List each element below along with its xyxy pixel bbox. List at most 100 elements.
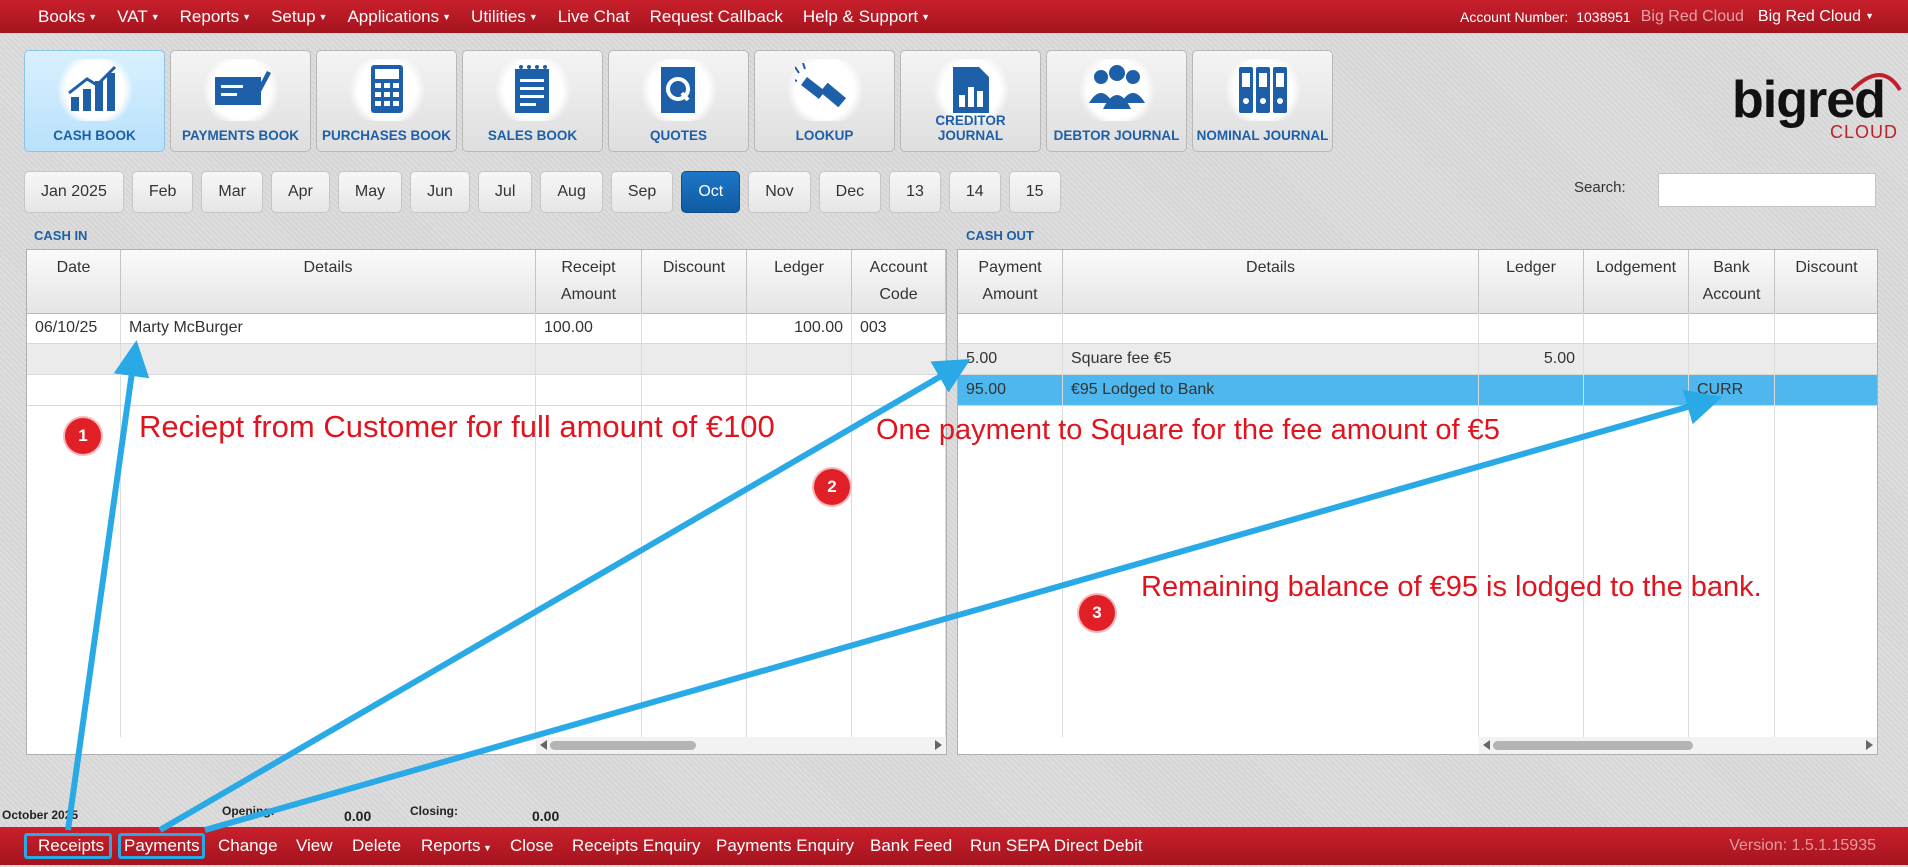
action-run-sepa-direct-debit[interactable]: Run SEPA Direct Debit	[970, 827, 1143, 865]
top-menu-setup[interactable]: Setup ▼	[271, 7, 327, 27]
table-row[interactable]	[27, 344, 946, 375]
column-header[interactable]: Lodgement	[1584, 250, 1689, 313]
cash-out-grid[interactable]: Payment Amount Details Ledger Lodgement Bank…	[957, 249, 1878, 755]
horizontal-scrollbar[interactable]	[1479, 737, 1877, 754]
scrollbar-thumb[interactable]	[1493, 741, 1693, 750]
table-cell	[1689, 344, 1775, 374]
table-cell	[747, 344, 852, 374]
period-button-jul[interactable]: Jul	[477, 171, 533, 213]
action-delete[interactable]: Delete	[352, 827, 401, 865]
table-cell	[1479, 313, 1584, 343]
period-button-13[interactable]: 13	[889, 171, 941, 213]
table-cell	[1584, 313, 1689, 343]
chevron-down-icon: ▼	[921, 12, 931, 23]
action-label: Delete	[352, 836, 402, 855]
closing-value: 0.00	[532, 808, 560, 824]
period-button-14[interactable]: 14	[948, 171, 1001, 213]
menu-label: Applications	[347, 6, 440, 26]
book-tile-creditor-journal[interactable]: CREDITOR JOURNAL	[900, 50, 1041, 152]
table-cell: CURR	[1689, 375, 1775, 405]
top-menu-reports[interactable]: Reports ▼	[180, 7, 251, 27]
table-cell	[852, 375, 946, 405]
tile-label: PAYMENTS BOOK	[181, 128, 300, 143]
book-tile-quotes[interactable]: QUOTES	[608, 50, 749, 152]
table-cell	[27, 375, 121, 405]
table-cell	[958, 313, 1063, 343]
period-button-mar[interactable]: Mar	[201, 171, 263, 213]
horizontal-scrollbar[interactable]	[536, 737, 946, 754]
top-menu-utilities[interactable]: Utilities ▼	[471, 7, 538, 27]
scroll-left-arrow-icon[interactable]	[1483, 740, 1490, 750]
action-payments-enquiry[interactable]: Payments Enquiry	[716, 827, 854, 865]
action-bank-feed[interactable]: Bank Feed	[870, 827, 952, 865]
column-header[interactable]: Account Code	[852, 250, 946, 313]
column-header[interactable]: Ledger	[747, 250, 852, 313]
scroll-right-arrow-icon[interactable]	[935, 740, 942, 750]
period-button-dec[interactable]: Dec	[818, 171, 882, 213]
search-label: Search:	[1574, 179, 1626, 196]
book-tile-nominal-journal[interactable]: NOMINAL JOURNAL	[1192, 50, 1333, 152]
action-close[interactable]: Close	[510, 827, 553, 865]
period-button-nov[interactable]: Nov	[748, 171, 811, 213]
search-input[interactable]	[1658, 173, 1876, 207]
top-menu-help-support[interactable]: Help & Support ▼	[803, 7, 930, 27]
column-header[interactable]: Date	[27, 250, 121, 313]
company-menu[interactable]: Big Red Cloud ▼	[1758, 8, 1874, 26]
column-header[interactable]: Discount	[642, 250, 747, 313]
table-row[interactable]	[958, 313, 1877, 344]
top-menu-live-chat[interactable]: Live Chat	[558, 7, 630, 27]
table-cell	[1775, 344, 1877, 374]
version-label: Version: 1.5.1.15935	[1729, 837, 1876, 854]
scrollbar-thumb[interactable]	[550, 741, 696, 750]
account-number-label: Account Number:	[1460, 8, 1569, 25]
period-button-oct[interactable]: Oct	[681, 171, 741, 213]
tile-label: DEBTOR JOURNAL	[1053, 128, 1180, 143]
top-menu-books[interactable]: Books ▼	[38, 7, 97, 27]
period-button-jan-2025[interactable]: Jan 2025	[24, 171, 124, 213]
period-button-sep[interactable]: Sep	[610, 171, 674, 213]
table-cell	[1689, 313, 1775, 343]
action-change[interactable]: Change	[218, 827, 278, 865]
scroll-right-arrow-icon[interactable]	[1866, 740, 1873, 750]
table-row[interactable]: 95.00 €95 Lodged to Bank CURR	[958, 375, 1877, 406]
book-tile-purchases-book[interactable]: PURCHASES BOOK	[316, 50, 457, 152]
column-header[interactable]: Payment Amount	[958, 250, 1063, 313]
column-header[interactable]: Receipt Amount	[536, 250, 642, 313]
column-header[interactable]: Discount	[1775, 250, 1877, 313]
action-label: Bank Feed	[870, 836, 953, 855]
period-selector: Jan 2025 Feb Mar Apr May Jun Jul Aug Sep Oct Nov De…	[24, 171, 1069, 213]
period-button-may[interactable]: May	[337, 171, 403, 213]
table-row[interactable]: 06/10/25 Marty McBurger 100.00 100.00 003	[27, 313, 946, 344]
book-tile-payments-book[interactable]: PAYMENTS BOOK	[170, 50, 311, 152]
column-header[interactable]: Ledger	[1479, 250, 1584, 313]
menu-label: Utilities	[471, 6, 526, 26]
action-reports[interactable]: Reports ▼	[421, 827, 492, 865]
top-menu-request-callback[interactable]: Request Callback	[650, 7, 783, 27]
period-button-15[interactable]: 15	[1008, 171, 1061, 213]
book-tile-sales-book[interactable]: SALES BOOK	[462, 50, 603, 152]
scroll-left-arrow-icon[interactable]	[540, 740, 547, 750]
period-button-feb[interactable]: Feb	[131, 171, 194, 213]
table-cell: 06/10/25	[27, 313, 121, 343]
book-tile-debtor-journal[interactable]: DEBTOR JOURNAL	[1046, 50, 1187, 152]
cash-in-grid[interactable]: Date Details Receipt Amount Discount Ledger A…	[26, 249, 947, 755]
chevron-down-icon: ▼	[318, 12, 328, 23]
top-menu-applications[interactable]: Applications ▼	[347, 7, 451, 27]
action-label: Run SEPA Direct Debit	[970, 836, 1143, 855]
column-header[interactable]: Bank Account	[1689, 250, 1775, 313]
account-info: Account Number: 1038951 Big Red Cloud Bi…	[1460, 0, 1874, 33]
period-button-apr[interactable]: Apr	[270, 171, 330, 213]
book-tile-lookup[interactable]: LOOKUP	[754, 50, 895, 152]
column-header[interactable]: Details	[121, 250, 536, 313]
table-row[interactable]: 5.00 Square fee €5 5.00	[958, 344, 1877, 375]
table-cell: 95.00	[958, 375, 1063, 405]
table-cell	[536, 344, 642, 374]
top-menu-vat[interactable]: VAT ▼	[117, 7, 159, 27]
period-button-jun[interactable]: Jun	[410, 171, 470, 213]
action-view[interactable]: View	[296, 827, 333, 865]
period-button-aug[interactable]: Aug	[540, 171, 603, 213]
table-row[interactable]	[27, 375, 946, 406]
book-tile-cash-book[interactable]: CASH BOOK	[24, 50, 165, 152]
column-header[interactable]: Details	[1063, 250, 1479, 313]
action-receipts-enquiry[interactable]: Receipts Enquiry	[572, 827, 701, 865]
